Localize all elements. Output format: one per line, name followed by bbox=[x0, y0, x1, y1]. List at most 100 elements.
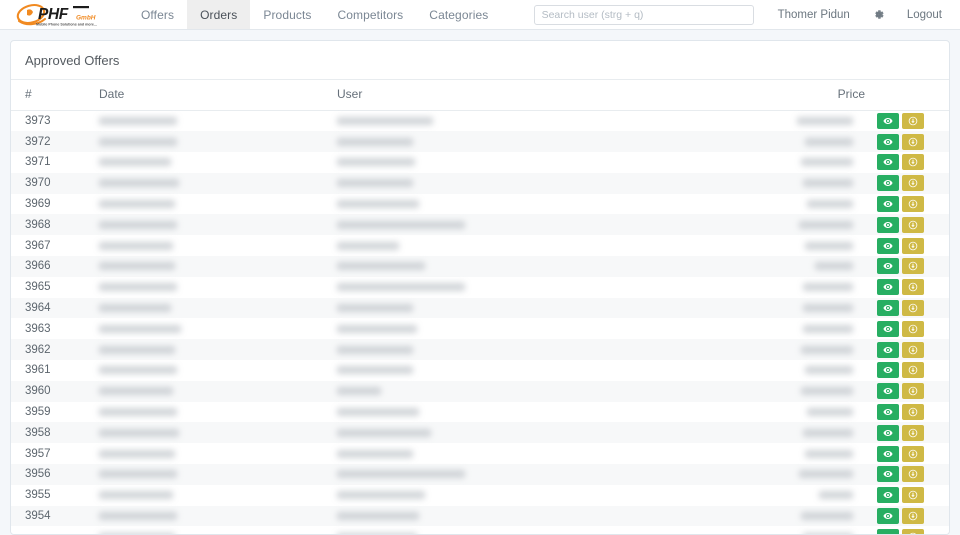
cell-offer-id: 3973 bbox=[25, 115, 51, 128]
table-row[interactable]: 3966 bbox=[11, 256, 949, 277]
view-offer-button[interactable] bbox=[877, 300, 899, 317]
view-offer-button[interactable] bbox=[877, 528, 899, 534]
nav-item-competitors[interactable]: Competitors bbox=[325, 0, 417, 29]
download-offer-button[interactable] bbox=[902, 258, 924, 275]
table-row[interactable]: 3972 bbox=[11, 131, 949, 153]
logout-link[interactable]: Logout bbox=[907, 9, 942, 21]
column-header-id[interactable]: # bbox=[11, 79, 99, 111]
redacted-price bbox=[807, 408, 853, 417]
download-offer-button[interactable] bbox=[902, 237, 924, 254]
navbar-right-section: Thomer Pidun Logout bbox=[533, 0, 960, 29]
view-offer-button[interactable] bbox=[877, 362, 899, 379]
eye-icon bbox=[883, 242, 893, 249]
cell-price bbox=[767, 485, 877, 506]
table-row[interactable]: 3957 bbox=[11, 443, 949, 465]
table-row[interactable]: 3970 bbox=[11, 172, 949, 194]
table-row[interactable]: 3956 bbox=[11, 464, 949, 485]
table-row[interactable]: 3963 bbox=[11, 318, 949, 340]
table-row[interactable] bbox=[11, 526, 949, 534]
redacted-user bbox=[337, 324, 417, 333]
brand-logo-link[interactable]: PHF GmbH Mobile Phone Solutions and more… bbox=[0, 0, 122, 29]
download-offer-button[interactable] bbox=[902, 279, 924, 296]
download-offer-button[interactable] bbox=[902, 404, 924, 421]
view-offer-button[interactable] bbox=[877, 196, 899, 213]
cell-user bbox=[337, 214, 767, 235]
column-header-user[interactable]: User bbox=[337, 79, 767, 111]
table-row[interactable]: 3962 bbox=[11, 339, 949, 361]
column-header-price[interactable]: Price bbox=[767, 79, 877, 111]
cell-offer-id: 3956 bbox=[25, 468, 51, 481]
download-offer-button[interactable] bbox=[902, 508, 924, 525]
download-offer-button[interactable] bbox=[902, 362, 924, 379]
nav-item-orders[interactable]: Orders bbox=[187, 0, 251, 29]
view-offer-button[interactable] bbox=[877, 113, 899, 130]
view-offer-button[interactable] bbox=[877, 383, 899, 400]
nav-item-categories[interactable]: Categories bbox=[416, 0, 501, 29]
redacted-user bbox=[337, 428, 431, 437]
download-offer-button[interactable] bbox=[902, 216, 924, 233]
download-offer-button[interactable] bbox=[902, 300, 924, 317]
view-offer-button[interactable] bbox=[877, 279, 899, 296]
table-row[interactable]: 3968 bbox=[11, 214, 949, 236]
table-row[interactable]: 3967 bbox=[11, 235, 949, 257]
view-offer-button[interactable] bbox=[877, 133, 899, 150]
view-offer-button[interactable] bbox=[877, 175, 899, 192]
view-offer-button[interactable] bbox=[877, 424, 899, 441]
cell-user bbox=[337, 360, 767, 381]
approved-offers-card: Approved Offers # Date User Price 3973 39… bbox=[10, 40, 950, 535]
cell-user bbox=[337, 526, 767, 534]
download-offer-button[interactable] bbox=[902, 175, 924, 192]
table-row[interactable]: 3965 bbox=[11, 276, 949, 298]
cell-date bbox=[99, 360, 337, 381]
view-offer-button[interactable] bbox=[877, 154, 899, 171]
table-row[interactable]: 3960 bbox=[11, 380, 949, 402]
download-offer-button[interactable] bbox=[902, 113, 924, 130]
table-row[interactable]: 3973 bbox=[11, 110, 949, 132]
redacted-user bbox=[337, 137, 413, 146]
download-offer-button[interactable] bbox=[902, 487, 924, 504]
download-offer-button[interactable] bbox=[902, 341, 924, 358]
table-row[interactable]: 3958 bbox=[11, 422, 949, 444]
settings-button[interactable] bbox=[872, 8, 885, 21]
download-offer-button[interactable] bbox=[902, 154, 924, 171]
download-offer-button[interactable] bbox=[902, 196, 924, 213]
table-row[interactable]: 3955 bbox=[11, 484, 949, 506]
view-offer-button[interactable] bbox=[877, 237, 899, 254]
nav-item-offers[interactable]: Offers bbox=[128, 0, 187, 29]
download-offer-button[interactable] bbox=[902, 424, 924, 441]
table-row[interactable]: 3971 bbox=[11, 152, 949, 173]
download-offer-button[interactable] bbox=[902, 383, 924, 400]
cell-offer-id: 3960 bbox=[25, 385, 51, 398]
download-offer-button[interactable] bbox=[902, 445, 924, 462]
cell-price bbox=[767, 194, 877, 215]
table-row[interactable]: 3954 bbox=[11, 505, 949, 527]
view-offer-button[interactable] bbox=[877, 508, 899, 525]
redacted-date bbox=[99, 449, 175, 458]
nav-item-products[interactable]: Products bbox=[250, 0, 324, 29]
view-offer-button[interactable] bbox=[877, 445, 899, 462]
cell-user bbox=[337, 339, 767, 360]
table-header-row: # Date User Price bbox=[11, 79, 949, 111]
table-row[interactable]: 3969 bbox=[11, 193, 949, 215]
download-offer-button[interactable] bbox=[902, 528, 924, 534]
column-header-date[interactable]: Date bbox=[99, 79, 337, 111]
redacted-price bbox=[803, 283, 853, 292]
cell-actions bbox=[877, 111, 949, 132]
cell-actions bbox=[877, 422, 949, 443]
table-row[interactable]: 3964 bbox=[11, 297, 949, 319]
download-icon bbox=[908, 470, 918, 479]
view-offer-button[interactable] bbox=[877, 320, 899, 337]
view-offer-button[interactable] bbox=[877, 258, 899, 275]
view-offer-button[interactable] bbox=[877, 466, 899, 483]
download-offer-button[interactable] bbox=[902, 320, 924, 337]
view-offer-button[interactable] bbox=[877, 487, 899, 504]
view-offer-button[interactable] bbox=[877, 216, 899, 233]
view-offer-button[interactable] bbox=[877, 341, 899, 358]
table-row[interactable]: 3959 bbox=[11, 401, 949, 423]
download-offer-button[interactable] bbox=[902, 133, 924, 150]
table-header: # Date User Price bbox=[11, 79, 949, 111]
table-row[interactable]: 3961 bbox=[11, 360, 949, 381]
view-offer-button[interactable] bbox=[877, 404, 899, 421]
search-input[interactable] bbox=[533, 4, 754, 25]
download-offer-button[interactable] bbox=[902, 466, 924, 483]
